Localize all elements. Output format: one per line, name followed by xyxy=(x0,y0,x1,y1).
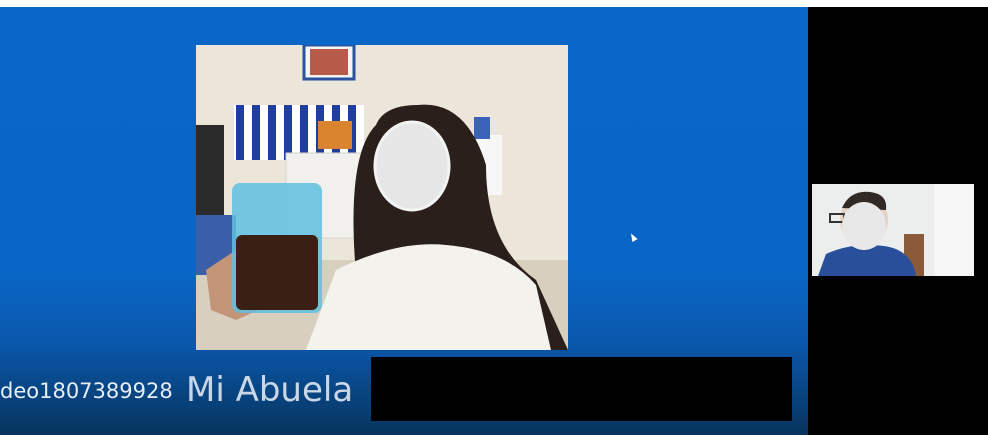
video-call-window: deo1807389928 Mi Abuela xyxy=(0,7,988,435)
mouse-pointer-icon xyxy=(628,232,638,242)
participant-name-caption: Mi Abuela xyxy=(186,370,354,410)
participant-id-caption: deo1807389928 xyxy=(0,379,173,403)
main-participant-video[interactable] xyxy=(196,45,568,350)
main-stage: deo1807389928 Mi Abuela xyxy=(0,7,808,435)
self-view-video[interactable] xyxy=(812,184,974,276)
redaction-box xyxy=(371,357,792,421)
video-scene xyxy=(196,45,568,350)
self-view-scene xyxy=(812,184,974,276)
